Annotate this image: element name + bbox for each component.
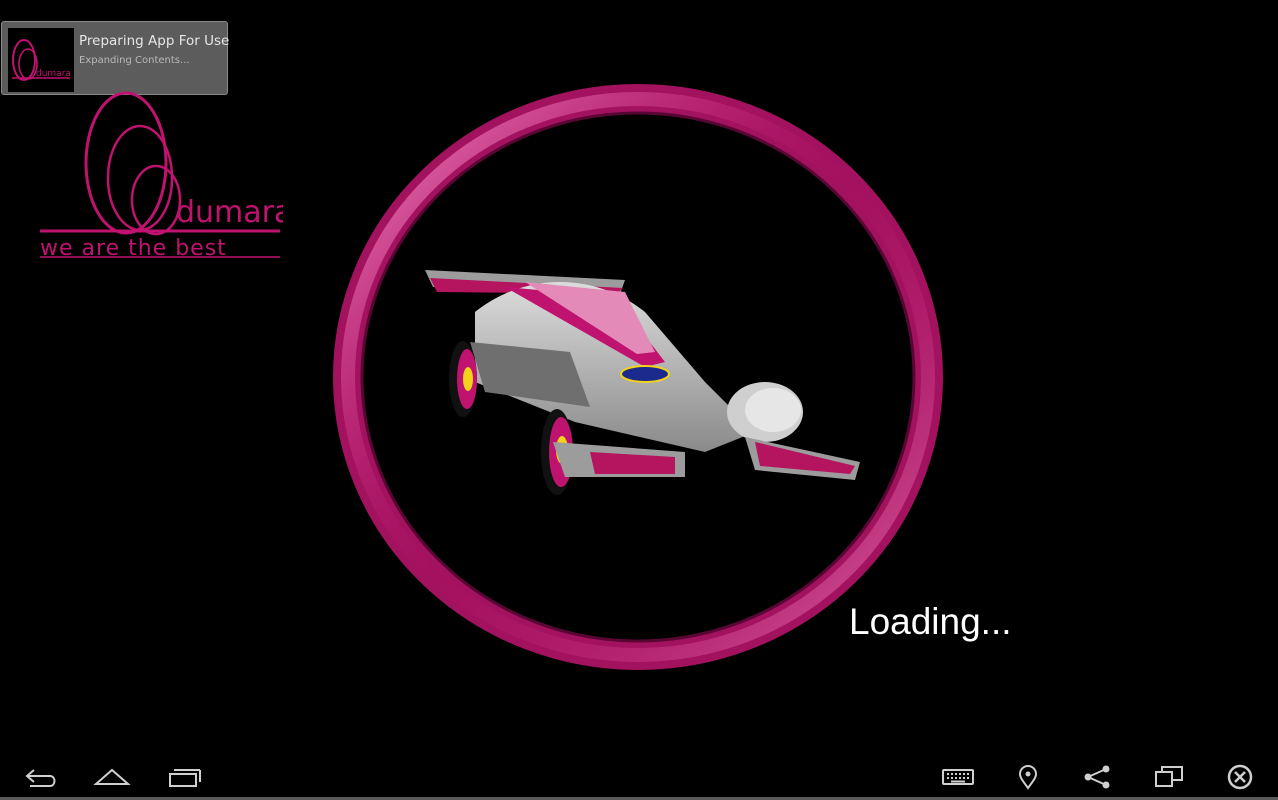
back-icon[interactable]	[22, 762, 62, 792]
odumara-thumbnail-icon: dumara	[8, 28, 74, 92]
brand-logo: dumara we are the best	[38, 88, 292, 263]
home-icon[interactable]	[92, 762, 132, 792]
app-splash-screen: dumara Preparing App For Use Expanding C…	[0, 0, 1278, 800]
recent-apps-icon[interactable]	[164, 762, 204, 792]
location-icon[interactable]	[1008, 762, 1048, 792]
share-icon[interactable]	[1078, 762, 1118, 792]
loading-ring	[325, 82, 950, 672]
window-icon[interactable]	[1148, 762, 1188, 792]
race-car-illustration	[425, 270, 860, 495]
close-icon[interactable]	[1220, 762, 1260, 792]
loading-status-text: Loading...	[849, 601, 1012, 642]
keyboard-icon[interactable]	[939, 762, 979, 792]
system-navigation-bar	[0, 752, 1278, 800]
notification-subtitle: Expanding Contents...	[79, 55, 190, 66]
svg-text:dumara: dumara	[36, 69, 71, 79]
notification-toast[interactable]: dumara Preparing App For Use Expanding C…	[1, 21, 230, 95]
notification-title: Preparing App For Use	[79, 33, 230, 49]
logo-brand-name: dumara	[176, 195, 283, 230]
